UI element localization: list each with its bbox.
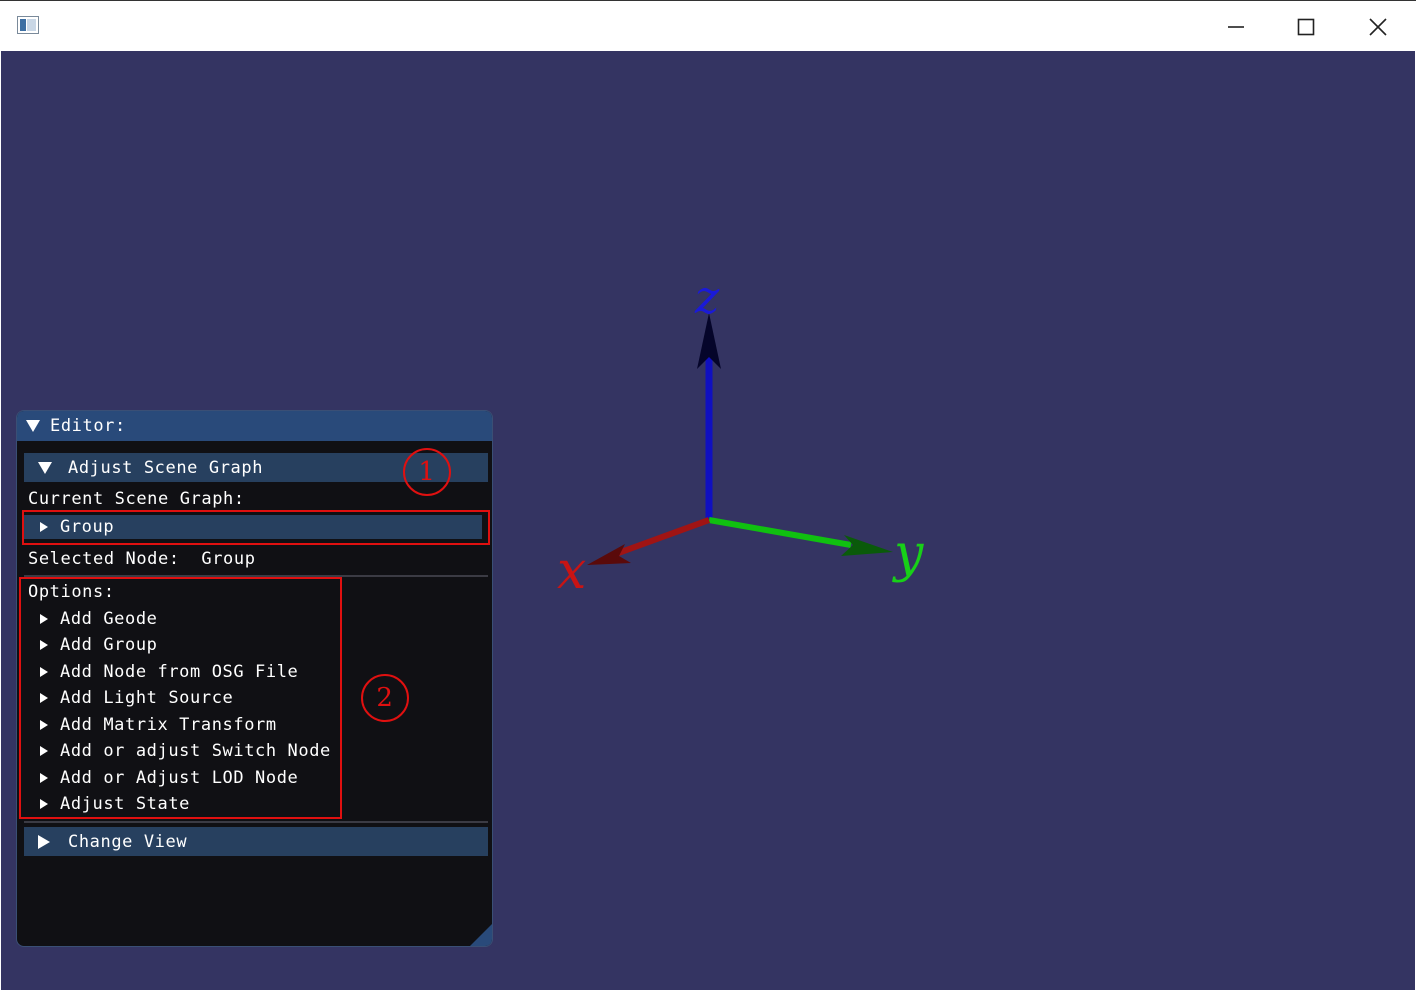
x-axis-label: x xyxy=(557,541,586,601)
minimize-button[interactable] xyxy=(1201,1,1271,52)
resize-grip-icon[interactable] xyxy=(470,924,492,946)
x-arrowhead xyxy=(587,544,631,565)
window-titlebar xyxy=(0,0,1416,51)
close-button[interactable] xyxy=(1343,1,1413,52)
app-icon xyxy=(17,16,39,34)
minimize-icon xyxy=(1228,25,1244,28)
current-scene-graph-label: Current Scene Graph: xyxy=(28,489,245,509)
expand-arrow-icon xyxy=(38,461,52,474)
annotation-box-2 xyxy=(19,577,342,819)
section-label: Change View xyxy=(68,831,188,852)
annotation-marker-1: 1 xyxy=(403,448,451,496)
maximize-icon xyxy=(1297,18,1315,35)
annotation-box-1 xyxy=(22,510,490,545)
maximize-button[interactable] xyxy=(1271,1,1341,52)
editor-title-bar[interactable]: Editor: xyxy=(17,411,492,441)
y-axis-label: y xyxy=(892,524,924,584)
close-icon xyxy=(1369,17,1387,36)
x-axis xyxy=(611,517,711,558)
z-axis-label: z xyxy=(694,270,720,324)
annotation-marker-2: 2 xyxy=(361,674,409,722)
section-change-view[interactable]: Change View xyxy=(24,827,488,856)
y-axis xyxy=(708,517,852,548)
collapse-arrow-icon[interactable] xyxy=(26,420,40,432)
editor-panel[interactable]: Editor: Adjust Scene Graph Current Scene… xyxy=(16,410,493,947)
divider xyxy=(24,821,488,823)
editor-title: Editor: xyxy=(50,416,126,436)
section-label: Adjust Scene Graph xyxy=(68,457,264,478)
selected-node-label: Selected Node: Group xyxy=(28,549,256,569)
selected-node-value: Group xyxy=(201,549,256,569)
expand-arrow-icon xyxy=(38,834,50,849)
